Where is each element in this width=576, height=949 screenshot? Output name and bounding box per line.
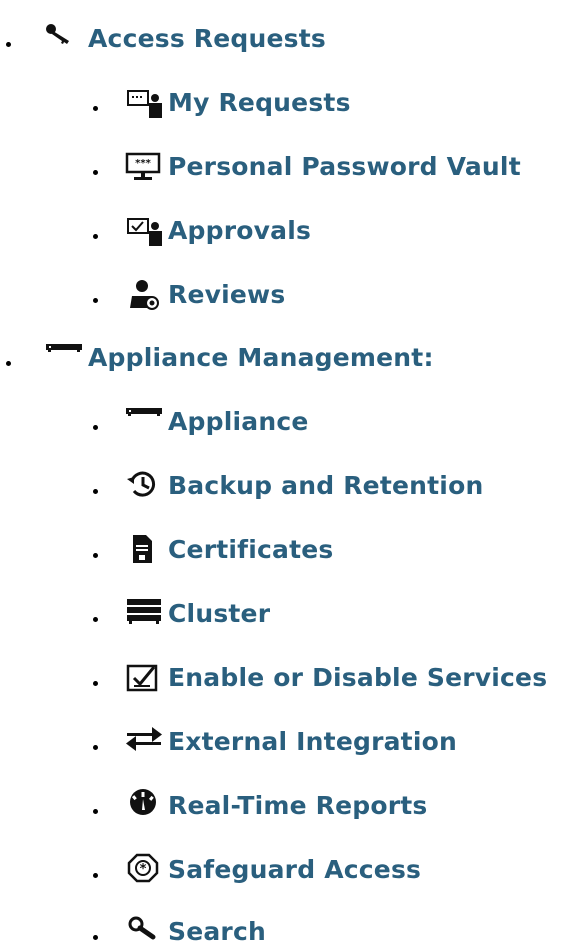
nav-item-personal-password-vault[interactable]: *** Personal Password Vault [0, 150, 521, 184]
reviews-icon [124, 278, 168, 312]
nav-item-label: Appliance [168, 407, 309, 436]
gauge-icon [124, 789, 168, 823]
cluster-icon [124, 597, 168, 631]
nav-item-label: Certificates [168, 535, 334, 564]
appliance-icon [124, 405, 168, 439]
bullet [93, 873, 98, 878]
password-vault-icon: *** [124, 150, 168, 184]
key-icon [44, 22, 88, 56]
nav-item-label: Safeguard Access [168, 855, 422, 884]
nav-item-label: Approvals [168, 216, 312, 245]
bullet [6, 42, 11, 47]
safeguard-badge-icon: * [124, 853, 168, 887]
bullet [93, 170, 98, 175]
nav-item-enable-or-disable-services[interactable]: Enable or Disable Services [0, 661, 547, 695]
nav-item-my-requests[interactable]: My Requests [0, 86, 351, 120]
requests-icon [124, 86, 168, 120]
approvals-icon [124, 214, 168, 248]
bullet [93, 234, 98, 239]
nav-item-label: My Requests [168, 88, 351, 117]
nav-item-safeguard-access[interactable]: * Safeguard Access [0, 853, 421, 887]
nav-item-label: External Integration [168, 727, 457, 756]
svg-text:*: * [140, 862, 147, 877]
nav-item-approvals[interactable]: Approvals [0, 214, 311, 248]
nav-item-appliance-management[interactable]: Appliance Management: [0, 341, 434, 375]
nav-item-label: Personal Password Vault [168, 152, 521, 181]
nav-item-label: Enable or Disable Services [168, 663, 548, 692]
bullet [93, 745, 98, 750]
bullet [93, 106, 98, 111]
nav-item-search[interactable]: Search [0, 915, 266, 949]
bullet [93, 809, 98, 814]
certificate-icon [124, 533, 168, 567]
svg-text:***: *** [135, 158, 151, 169]
nav-item-external-integration[interactable]: External Integration [0, 725, 457, 759]
bullet [93, 489, 98, 494]
nav-item-cluster[interactable]: Cluster [0, 597, 270, 631]
checkbox-icon [124, 661, 168, 695]
nav-item-label: Backup and Retention [168, 471, 484, 500]
exchange-arrows-icon [124, 725, 168, 759]
nav-item-label: Search [168, 917, 266, 946]
bullet [6, 361, 11, 366]
appliance-icon [44, 341, 88, 375]
nav-item-backup-and-retention[interactable]: Backup and Retention [0, 469, 483, 503]
nav-item-label: Reviews [168, 280, 286, 309]
nav-item-appliance[interactable]: Appliance [0, 405, 309, 439]
navigation-list: Access Requests My Requests *** Personal… [0, 0, 576, 946]
bullet [93, 617, 98, 622]
nav-item-label: Cluster [168, 599, 271, 628]
bullet [93, 681, 98, 686]
nav-item-label: Access Requests [88, 24, 326, 53]
bullet [93, 425, 98, 430]
nav-item-reviews[interactable]: Reviews [0, 278, 285, 312]
bullet [93, 298, 98, 303]
nav-item-real-time-reports[interactable]: Real-Time Reports [0, 789, 428, 823]
nav-item-label: Real-Time Reports [168, 791, 428, 820]
bullet [93, 935, 98, 940]
magnifier-icon [124, 915, 168, 949]
nav-item-access-requests[interactable]: Access Requests [0, 22, 326, 56]
history-icon [124, 469, 168, 503]
bullet [93, 553, 98, 558]
nav-item-certificates[interactable]: Certificates [0, 533, 333, 567]
nav-item-label: Appliance Management: [88, 343, 434, 372]
